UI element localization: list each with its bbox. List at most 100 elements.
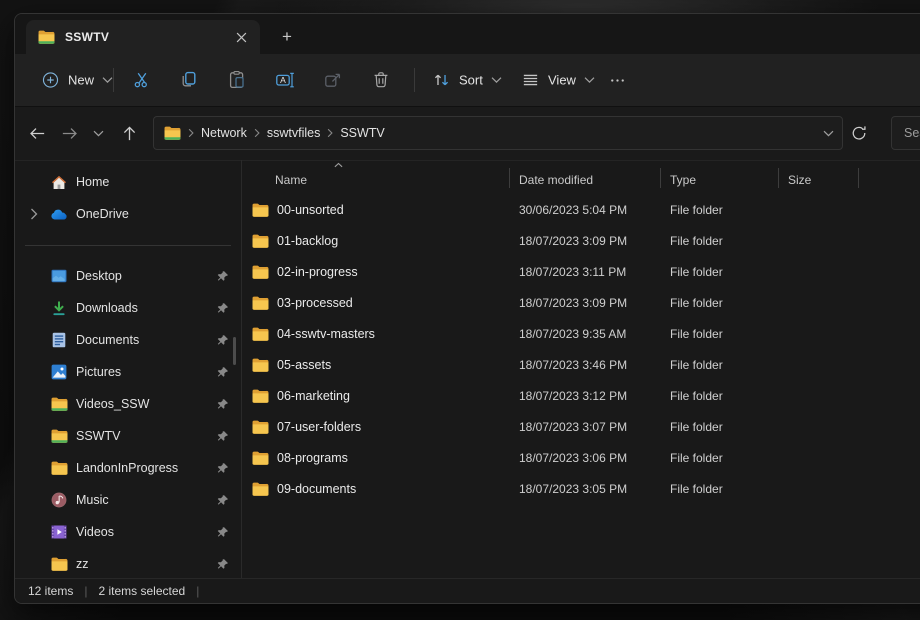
folder-icon [50,461,68,475]
refresh-icon [850,124,868,142]
sidebar-item-videos[interactable]: Videos [20,516,236,548]
forward-button[interactable] [53,117,85,149]
file-type: File folder [661,389,779,403]
file-type: File folder [661,327,779,341]
sidebar-item-landoninprogress[interactable]: LandonInProgress [20,452,236,484]
chevron-down-icon [584,77,595,84]
sort-button[interactable]: Sort [423,64,511,97]
downloads-icon [50,301,68,316]
table-row-02-in-progress[interactable]: 02-in-progress18/07/2023 3:11 PMFile fol… [242,256,920,287]
search-box[interactable] [891,116,920,150]
sidebar-item-label: Music [76,493,207,507]
breadcrumb-item-sswtv[interactable]: SSWTV [340,126,384,140]
pin-icon [215,558,230,571]
file-name: 03-processed [277,296,353,310]
file-date-modified: 18/07/2023 3:11 PM [510,265,661,279]
file-type: File folder [661,482,779,496]
chevron-down-icon [102,77,113,84]
paste-icon [227,70,247,90]
share-button[interactable] [314,63,352,97]
column-header-size[interactable]: Size [779,162,859,192]
up-button[interactable] [113,117,145,149]
toolbar-separator [414,68,415,92]
tab-sswtv[interactable]: SSWTV [26,20,260,54]
file-type: File folder [661,296,779,310]
sidebar-scrollbar[interactable] [233,337,236,365]
file-name: 09-documents [277,482,356,496]
recent-locations-button[interactable] [83,117,113,149]
sidebar-item-videos-ssw[interactable]: Videos_SSW [20,388,236,420]
new-tab-button[interactable]: + [273,23,301,50]
new-button-label: New [68,73,94,88]
chevron-down-icon [491,77,502,84]
navigation-pane: Home OneDrive Desktop DownloadsDocumentsPic… [15,160,241,579]
sidebar-item-label: Videos [76,525,207,539]
new-button[interactable]: New [31,64,123,97]
sidebar-item-desktop[interactable]: Desktop [20,260,236,292]
file-type: File folder [661,265,779,279]
sidebar-item-music[interactable]: Music [20,484,236,516]
sidebar-item-zz[interactable]: zz [20,548,236,580]
table-row-09-documents[interactable]: 09-documents18/07/2023 3:05 PMFile folde… [242,473,920,504]
table-row-00-unsorted[interactable]: 00-unsorted30/06/2023 5:04 PMFile folder [242,194,920,225]
see-more-button[interactable] [599,63,635,97]
column-header-name[interactable]: Name [242,162,510,192]
refresh-button[interactable] [844,118,874,148]
address-breadcrumb-bar[interactable]: Network sswtvfiles SSWTV [153,116,843,150]
delete-button[interactable] [362,63,400,97]
folder-icon [164,126,181,140]
sidebar-item-sswtv[interactable]: SSWTV [20,420,236,452]
copy-button[interactable] [170,63,208,97]
cut-button[interactable] [123,63,161,97]
sidebar-item-label: Desktop [76,269,207,283]
sidebar-item-downloads[interactable]: Downloads [20,292,236,324]
file-date-modified: 18/07/2023 3:46 PM [510,358,661,372]
breadcrumb-item-sswtvfiles[interactable]: sswtvfiles [267,126,320,140]
pin-icon [215,430,230,443]
chevron-right-icon[interactable] [26,208,42,220]
sidebar-item-label: Videos_SSW [76,397,207,411]
folder-icon [252,265,269,279]
cut-icon [132,70,152,90]
pin-icon [215,494,230,507]
column-header-label: Type [670,173,696,187]
selection-count: 2 items selected [98,584,185,598]
table-row-06-marketing[interactable]: 06-marketing18/07/2023 3:12 PMFile folde… [242,380,920,411]
back-button[interactable] [21,117,53,149]
column-header-date-modified[interactable]: Date modified [510,162,661,192]
file-type: File folder [661,451,779,465]
paste-button[interactable] [218,63,256,97]
table-row-01-backlog[interactable]: 01-backlog18/07/2023 3:09 PMFile folder [242,225,920,256]
table-row-07-user-folders[interactable]: 07-user-folders18/07/2023 3:07 PMFile fo… [242,411,920,442]
rename-button[interactable]: A [266,63,304,97]
status-bar: 12 items | 2 items selected | [15,578,920,603]
column-header-type[interactable]: Type [661,162,779,192]
share-icon [323,70,343,90]
table-row-03-processed[interactable]: 03-processed18/07/2023 3:09 PMFile folde… [242,287,920,318]
sidebar-item-label: OneDrive [76,207,230,221]
column-header-label: Name [275,173,307,187]
search-input[interactable] [902,125,920,141]
desktop-icon [50,269,68,283]
address-dropdown-icon[interactable] [823,130,834,137]
sidebar-item-pictures[interactable]: Pictures [20,356,236,388]
breadcrumb-item-network[interactable]: Network [201,126,247,140]
file-date-modified: 18/07/2023 3:06 PM [510,451,661,465]
table-row-04-sswtv-masters[interactable]: 04-sswtv-masters18/07/2023 9:35 AMFile f… [242,318,920,349]
chevron-down-icon [93,130,104,137]
folder-icon [252,389,269,403]
sidebar-item-home[interactable]: Home [20,166,236,198]
file-date-modified: 18/07/2023 3:09 PM [510,234,661,248]
table-row-08-programs[interactable]: 08-programs18/07/2023 3:06 PMFile folder [242,442,920,473]
up-arrow-icon [120,124,139,143]
tab-close-button[interactable] [230,26,252,48]
close-icon [236,32,247,43]
file-date-modified: 18/07/2023 3:12 PM [510,389,661,403]
sidebar-item-onedrive[interactable]: OneDrive [20,198,236,230]
sidebar-item-documents[interactable]: Documents [20,324,236,356]
table-row-05-assets[interactable]: 05-assets18/07/2023 3:46 PMFile folder [242,349,920,380]
file-name: 00-unsorted [277,203,344,217]
file-type: File folder [661,203,779,217]
file-name: 05-assets [277,358,331,372]
view-button[interactable]: View [512,64,604,97]
